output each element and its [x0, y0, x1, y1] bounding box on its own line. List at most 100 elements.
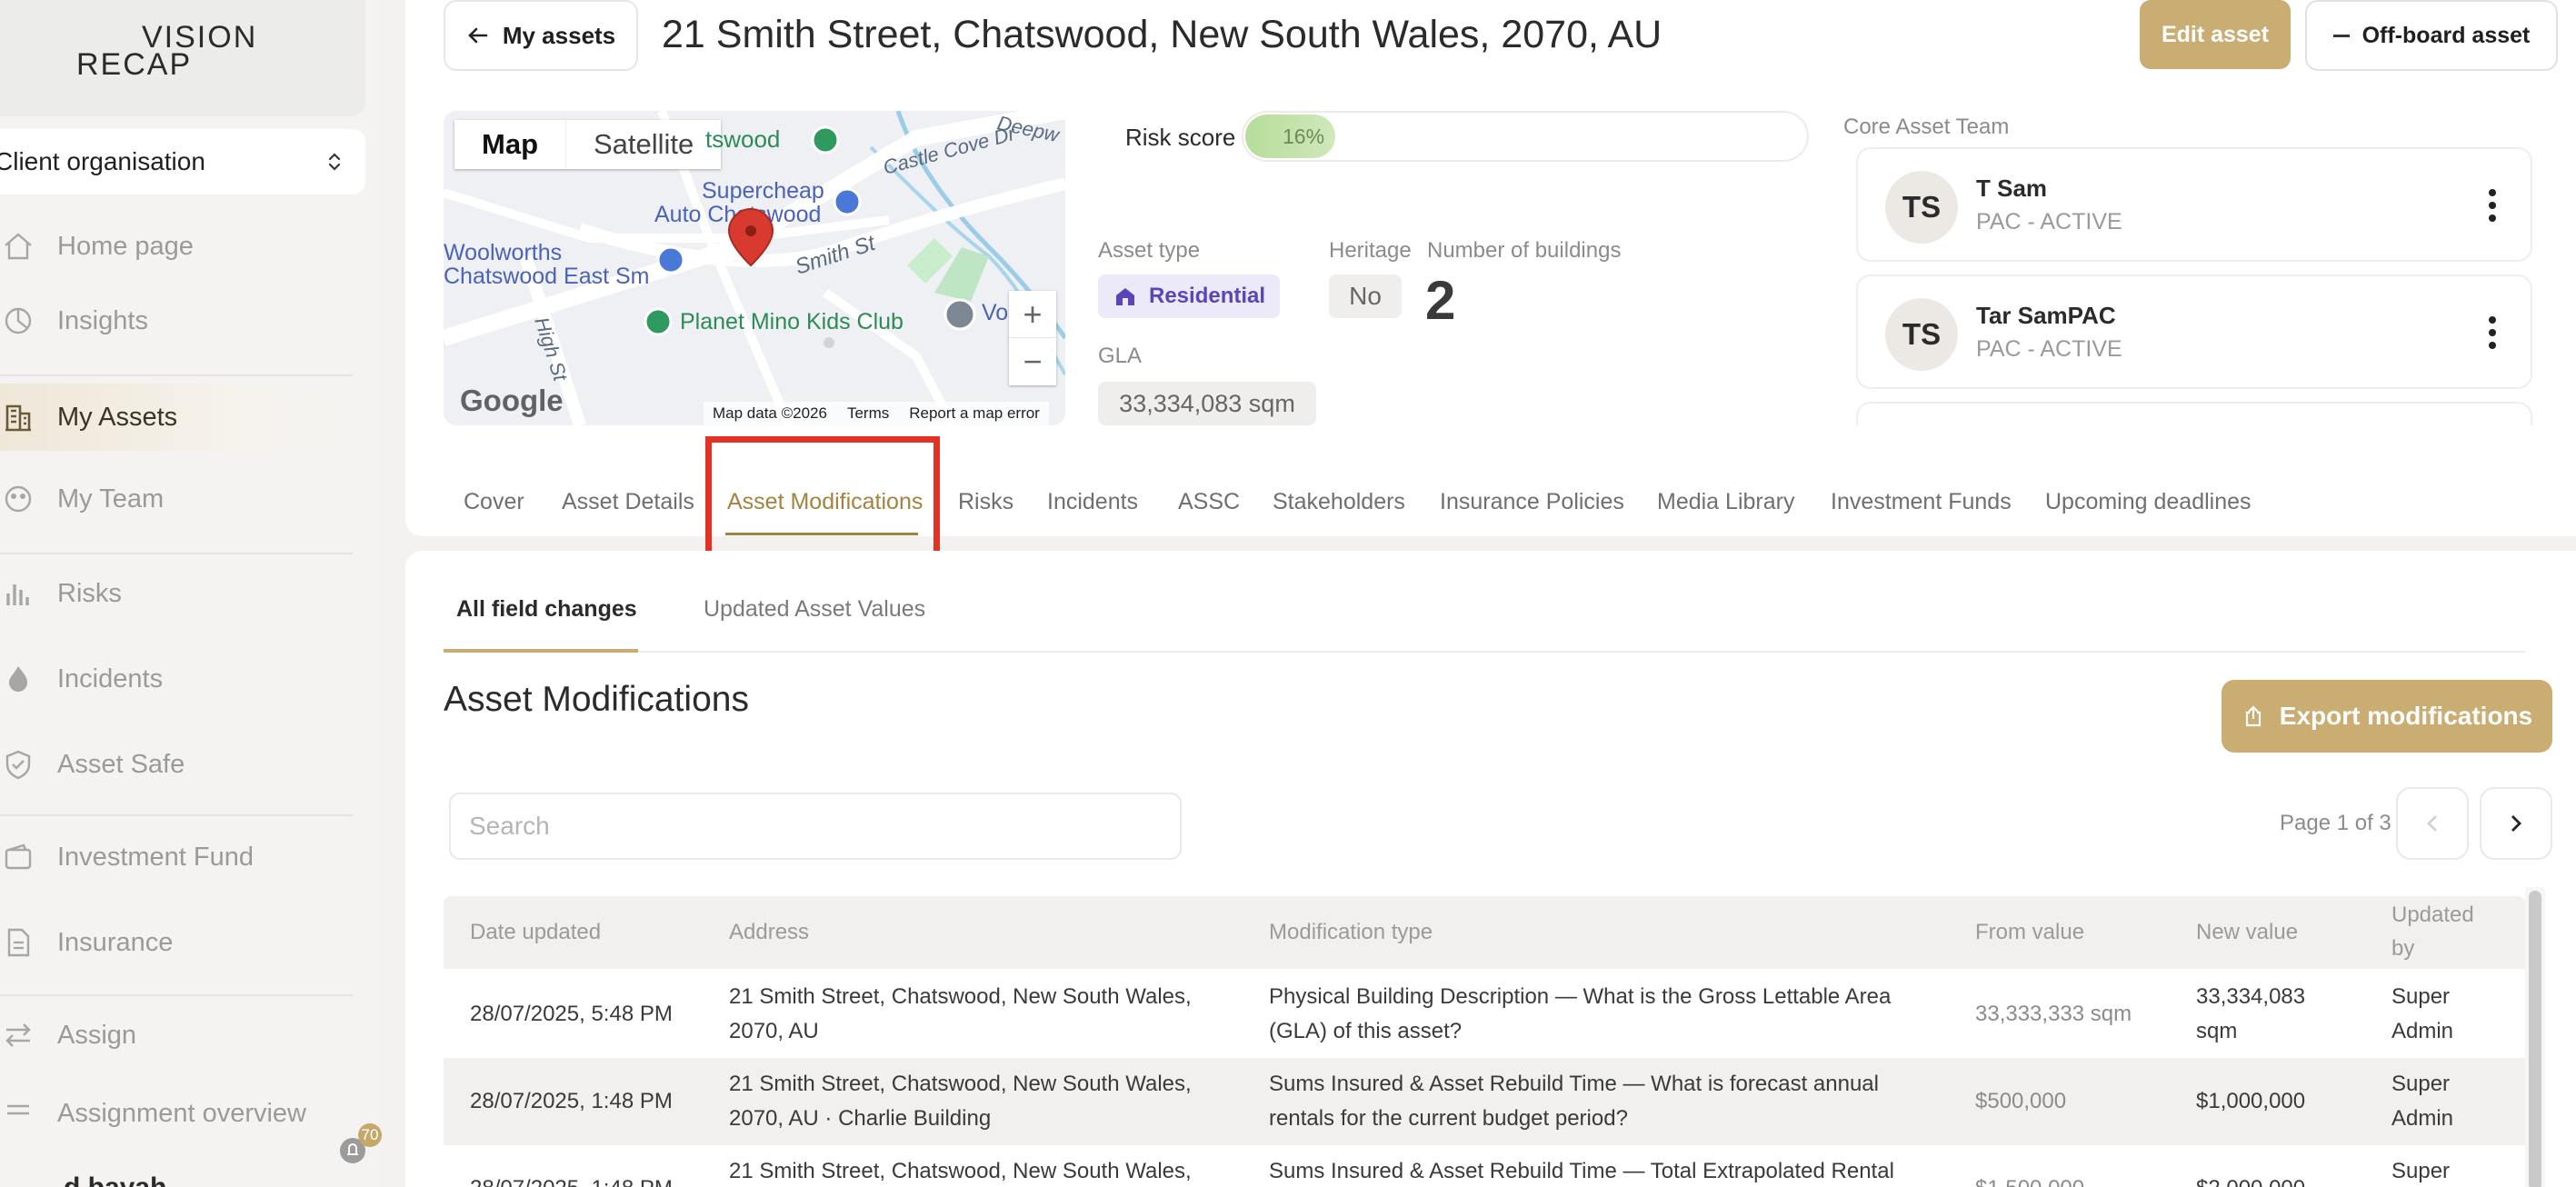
team-member-card[interactable] [1856, 402, 2532, 425]
risk-score-value: 16% [1283, 124, 1325, 148]
team-member-card[interactable]: TS T Sam PAC - ACTIVE [1856, 147, 2532, 262]
team-member-card[interactable]: TS Tar SamPAC PAC - ACTIVE [1856, 274, 2532, 389]
sidebar-item-label: My Team [57, 484, 165, 514]
cell-modification-type-line-2: (GLA) of this asset? [1269, 1019, 1463, 1043]
map-pin-icon [727, 207, 774, 267]
export-icon [2245, 705, 2261, 727]
tab-risks[interactable]: Risks [958, 489, 1013, 515]
zoom-in-button[interactable]: + [1009, 291, 1056, 338]
back-to-my-assets-button[interactable]: My assets [444, 0, 638, 71]
sidebar-item-incidents[interactable]: Incidents [0, 645, 354, 713]
map-footer: Map data ©2026 Terms Report a map error [704, 402, 1049, 425]
sidebar-item-investment-fund[interactable]: Investment Fund [0, 823, 354, 891]
user-name: d.bayah [64, 1172, 166, 1187]
previous-page-button[interactable] [2396, 787, 2469, 860]
tab-incidents[interactable]: Incidents [1047, 489, 1138, 515]
tab-assc[interactable]: ASSC [1178, 489, 1240, 515]
poi-label: Chatswood East Sm [444, 264, 650, 289]
tab-upcoming-deadlines[interactable]: Upcoming deadlines [2045, 489, 2252, 515]
chevron-left-icon [2427, 815, 2437, 832]
cell-updated-by: Super [2391, 1159, 2451, 1183]
flame-icon [9, 666, 27, 692]
subtab-all-field-changes[interactable]: All field changes [456, 596, 637, 623]
search-input[interactable] [449, 793, 1182, 860]
map-data-attribution: Map data ©2026 [713, 404, 827, 422]
export-modifications-button[interactable]: Export modifications [2222, 680, 2552, 753]
pagination-info: Page 1 of 3 [2280, 811, 2391, 835]
notification-count-badge: 70 [358, 1123, 382, 1147]
table-scrollbar-thumb[interactable] [2529, 891, 2541, 1187]
next-page-button[interactable] [2480, 787, 2552, 860]
sidebar-item-label: Insurance [57, 927, 174, 957]
table-row[interactable]: 28/07/2025, 5:48 PM 21 Smith Street, Cha… [444, 971, 2525, 1058]
tab-cover[interactable]: Cover [464, 489, 524, 515]
heritage-label: Heritage [1329, 238, 1412, 263]
offboard-asset-button[interactable]: Off-board asset [2305, 0, 2558, 71]
sidebar-item-my-assets[interactable]: My Assets [0, 384, 354, 451]
column-header-modification-type[interactable]: Modification type [1269, 915, 1433, 949]
cell-address-line-2: 2070, AU · Charlie Building [729, 1106, 992, 1131]
sidebar-item-label: Insights [57, 305, 148, 335]
sidebar-item-label: Assignment overview [57, 1098, 306, 1128]
tab-media-library[interactable]: Media Library [1657, 489, 1794, 515]
more-options-icon[interactable] [2487, 187, 2498, 224]
tab-insurance-policies[interactable]: Insurance Policies [1440, 489, 1624, 515]
export-button-label: Export modifications [2279, 702, 2533, 730]
zoom-out-button[interactable]: − [1009, 338, 1056, 385]
shield-icon [5, 750, 31, 780]
active-subtab-indicator [444, 649, 638, 653]
notifications-button[interactable]: 70 [340, 1123, 382, 1165]
organisation-select[interactable]: Client organisation [0, 129, 365, 195]
brand-logo[interactable]: VISION RECAP [76, 20, 258, 84]
team-member-role: PAC - ACTIVE [1976, 336, 2122, 362]
cell-date: 28/07/2025, 5:48 PM [470, 1002, 673, 1026]
brand-line-2: RECAP [76, 47, 193, 82]
table-row[interactable]: 28/07/2025, 1:48 PM 21 Smith Street, Cha… [444, 1058, 2525, 1145]
sidebar-item-home-page[interactable]: Home page [0, 213, 354, 280]
cell-address: 21 Smith Street, Chatswood, New South Wa… [729, 984, 1192, 1009]
sidebar-item-asset-safe[interactable]: Asset Safe [0, 731, 354, 798]
sidebar-item-risks[interactable]: Risks [0, 560, 354, 627]
arrows-icon [5, 1023, 31, 1047]
risk-score-label: Risk score [1125, 124, 1236, 151]
sidebar-item-my-team[interactable]: My Team [0, 465, 354, 533]
poi-label: Supercheap [702, 178, 824, 204]
section-title: Asset Modifications [444, 680, 749, 719]
subtab-updated-asset-values[interactable]: Updated Asset Values [704, 596, 925, 623]
asset-location-map[interactable]: Map Satellite tswood Deepw Castle Cove D… [444, 111, 1065, 425]
table-row[interactable]: 28/07/2025, 1:48 PM 21 Smith Street, Cha… [444, 1145, 2525, 1187]
column-header-new-value[interactable]: New value [2196, 915, 2298, 949]
avatar: TS [1885, 298, 1958, 371]
cell-updated-by-line-2: Admin [2391, 1019, 2454, 1043]
sidebar-item-insurance[interactable]: Insurance [0, 909, 354, 976]
nav-divider [0, 994, 353, 996]
tab-stakeholders[interactable]: Stakeholders [1273, 489, 1405, 515]
tab-investment-funds[interactable]: Investment Funds [1831, 489, 2012, 515]
column-header-updated-by[interactable]: Updated [2391, 898, 2474, 932]
street-label: Castle Cove Dr [881, 122, 1019, 179]
nav-divider [0, 814, 353, 816]
column-header-address[interactable]: Address [729, 915, 809, 949]
map-terms-link[interactable]: Terms [847, 404, 889, 423]
subtab-divider [444, 651, 2525, 653]
sidebar-item-insights[interactable]: Insights [0, 287, 354, 354]
chevron-up-down-icon [328, 153, 341, 171]
poi-label: tswood [705, 125, 780, 153]
offboard-button-label: Off-board asset [2361, 22, 2531, 48]
edit-asset-button[interactable]: Edit asset [2140, 0, 2291, 69]
more-options-icon[interactable] [2487, 314, 2498, 351]
tab-asset-details[interactable]: Asset Details [562, 489, 694, 515]
map-report-error-link[interactable]: Report a map error [909, 404, 1040, 423]
column-header-from-value[interactable]: From value [1975, 915, 2084, 949]
cell-address: 21 Smith Street, Chatswood, New South Wa… [729, 1072, 1192, 1096]
sidebar-item-label: Asset Safe [57, 749, 185, 779]
arrow-left-icon [468, 27, 488, 44]
sidebar-item-assign[interactable]: Assign [0, 1002, 354, 1069]
insights-icon [5, 307, 32, 334]
cell-modification-type-line-2: rentals for the current budget period? [1269, 1106, 1628, 1131]
nav-divider [0, 553, 353, 554]
column-header-date[interactable]: Date updated [470, 915, 601, 949]
cell-modification-type: Sums Insured & Asset Rebuild Time — What… [1269, 1072, 1879, 1096]
cell-new-value: $2,000,000 [2196, 1172, 2305, 1187]
sidebar-item-assignment-overview[interactable]: Assignment overview [0, 1080, 354, 1147]
